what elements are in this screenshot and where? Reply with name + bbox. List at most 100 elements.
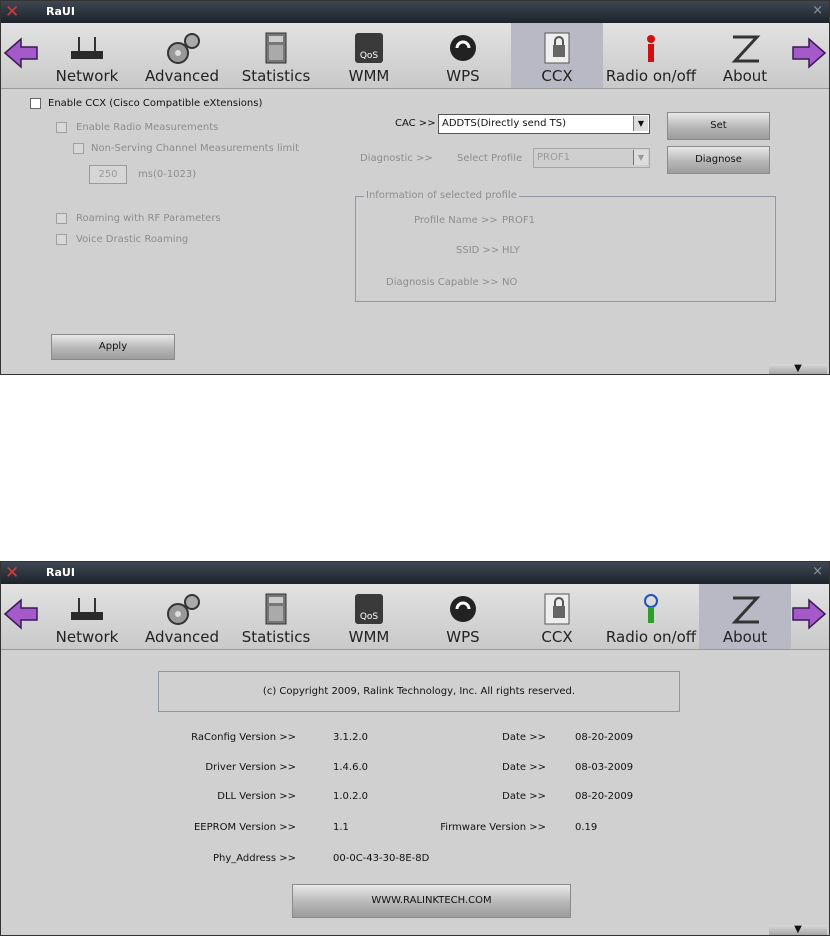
wps-icon: [450, 35, 476, 61]
tab-label: Statistics: [241, 67, 311, 85]
apply-button[interactable]: Apply: [51, 334, 175, 360]
radio-measurements-label: Enable Radio Measurements: [76, 122, 219, 133]
about-icon: [731, 35, 761, 63]
tab-advanced[interactable]: Advanced: [136, 23, 228, 88]
tab-label: Statistics: [241, 628, 311, 646]
ccx-lock-icon: [544, 32, 570, 64]
prev-arrow-icon[interactable]: [3, 598, 39, 630]
select-profile-label: Select Profile: [457, 153, 523, 164]
diagnose-button[interactable]: Diagnose: [667, 146, 770, 174]
tab-network[interactable]: Network: [41, 23, 133, 88]
close-button[interactable]: ×: [812, 564, 823, 579]
tab-label: CCX: [541, 67, 573, 85]
tab-ccx[interactable]: CCX: [511, 23, 603, 88]
copyright-box: (c) Copyright 2009, Ralink Technology, I…: [158, 671, 680, 712]
qos-icon: QoS: [355, 33, 383, 63]
chevron-down-icon: ▼: [633, 116, 648, 131]
non-serving-limit-label: Non-Serving Channel Measurements limit: [91, 143, 299, 154]
tab-label: WPS: [446, 628, 480, 646]
dll-value: 1.0.2.0: [333, 791, 368, 802]
website-button[interactable]: WWW.RALINKTECH.COM: [292, 884, 571, 918]
ssid-value: HLY: [502, 245, 520, 256]
svg-text:QoS: QoS: [360, 51, 379, 61]
toolbar: Network Advanced Statistics QoS WMM WPS: [1, 584, 829, 650]
tab-radio[interactable]: Radio on/off: [605, 23, 697, 88]
tab-about[interactable]: About: [699, 23, 791, 88]
profile-select[interactable]: PROF1 ▼: [533, 148, 650, 168]
tab-statistics[interactable]: Statistics: [230, 23, 322, 88]
diagnosis-capable-label: Diagnosis Capable >>: [386, 277, 499, 288]
eeprom-value: 1.1: [333, 822, 349, 833]
radio-off-icon: [647, 35, 655, 62]
tab-label: CCX: [541, 628, 573, 646]
app-logo-icon: ✕: [5, 2, 20, 22]
prev-arrow-icon[interactable]: [3, 37, 39, 69]
calculator-icon: [265, 593, 287, 625]
profile-select-value: PROF1: [537, 152, 570, 163]
tab-ccx[interactable]: CCX: [511, 584, 603, 649]
tab-about[interactable]: About: [699, 584, 791, 649]
tab-wps[interactable]: WPS: [417, 584, 509, 649]
qos-icon: QoS: [355, 594, 383, 624]
date-label: Date >>: [502, 732, 546, 743]
chevron-down-icon: ▼: [633, 150, 648, 165]
dll-label: DLL Version >>: [217, 791, 296, 802]
scroll-down-button[interactable]: ▼: [769, 925, 827, 935]
next-arrow-icon[interactable]: [791, 37, 827, 69]
driver-value: 1.4.6.0: [333, 762, 368, 773]
tab-wmm[interactable]: QoS WMM: [323, 584, 415, 649]
gears-icon: [167, 33, 200, 64]
non-serving-limit-checkbox[interactable]: [73, 143, 84, 154]
roaming-rf-label: Roaming with RF Parameters: [76, 213, 221, 224]
copyright-text: (c) Copyright 2009, Ralink Technology, I…: [262, 686, 576, 697]
scroll-down-button[interactable]: ▼: [769, 364, 827, 374]
raconfig-value: 3.1.2.0: [333, 732, 368, 743]
about-window: ✕ RaUI × Network Advanced Statistics QoS…: [0, 561, 830, 936]
tab-label: WPS: [446, 67, 480, 85]
tab-label: Network: [55, 67, 119, 85]
limit-input[interactable]: 250: [89, 165, 127, 184]
wps-icon: [450, 596, 476, 622]
radio-measurements-checkbox[interactable]: [56, 122, 67, 133]
tab-advanced[interactable]: Advanced: [136, 584, 228, 649]
app-logo-icon: ✕: [5, 563, 20, 583]
tab-network[interactable]: Network: [41, 584, 133, 649]
date-label: Date >>: [502, 791, 546, 802]
ccx-window: ✕ RaUI × Network Advanced Statistics QoS…: [0, 0, 830, 375]
about-panel: (c) Copyright 2009, Ralink Technology, I…: [1, 650, 829, 935]
enable-ccx-checkbox[interactable]: [30, 98, 41, 109]
tab-label: Radio on/off: [605, 67, 697, 85]
tab-wps[interactable]: WPS: [417, 23, 509, 88]
roaming-rf-checkbox[interactable]: [56, 213, 67, 224]
tab-statistics[interactable]: Statistics: [230, 584, 322, 649]
profile-name-label: Profile Name >>: [414, 215, 498, 226]
gears-icon: [167, 594, 200, 625]
radio-on-icon: [644, 594, 658, 623]
title-bar: ✕ RaUI ×: [1, 562, 829, 584]
cac-select[interactable]: ADDTS(Directly send TS) ▼: [438, 114, 650, 134]
about-icon: [731, 596, 761, 624]
profile-name-value: PROF1: [502, 215, 535, 226]
date-value: 08-03-2009: [575, 762, 634, 773]
phy-address-value: 00-0C-43-30-8E-8D: [333, 853, 430, 864]
svg-text:QoS: QoS: [360, 612, 379, 622]
enable-ccx-label: Enable CCX (Cisco Compatible eXtensions): [48, 98, 263, 109]
set-button[interactable]: Set: [667, 112, 770, 140]
tab-label: WMM: [348, 67, 390, 85]
close-button[interactable]: ×: [812, 3, 823, 18]
profile-info-group: Information of selected profile Profile …: [355, 190, 776, 302]
tab-radio[interactable]: Radio on/off: [605, 584, 697, 649]
date-value: 08-20-2009: [575, 791, 634, 802]
router-icon: [71, 598, 103, 620]
firmware-value: 0.19: [575, 822, 598, 833]
diagnosis-capable-value: NO: [502, 277, 518, 288]
date-label: Date >>: [502, 762, 546, 773]
tab-label: Radio on/off: [605, 628, 697, 646]
tab-wmm[interactable]: QoS WMM: [323, 23, 415, 88]
voice-drastic-checkbox[interactable]: [56, 234, 67, 245]
diagnostic-label: Diagnostic >>: [360, 153, 433, 164]
next-arrow-icon[interactable]: [791, 598, 827, 630]
calculator-icon: [265, 32, 287, 64]
cac-label: CAC >>: [395, 118, 436, 129]
title-bar: ✕ RaUI ×: [1, 1, 829, 23]
